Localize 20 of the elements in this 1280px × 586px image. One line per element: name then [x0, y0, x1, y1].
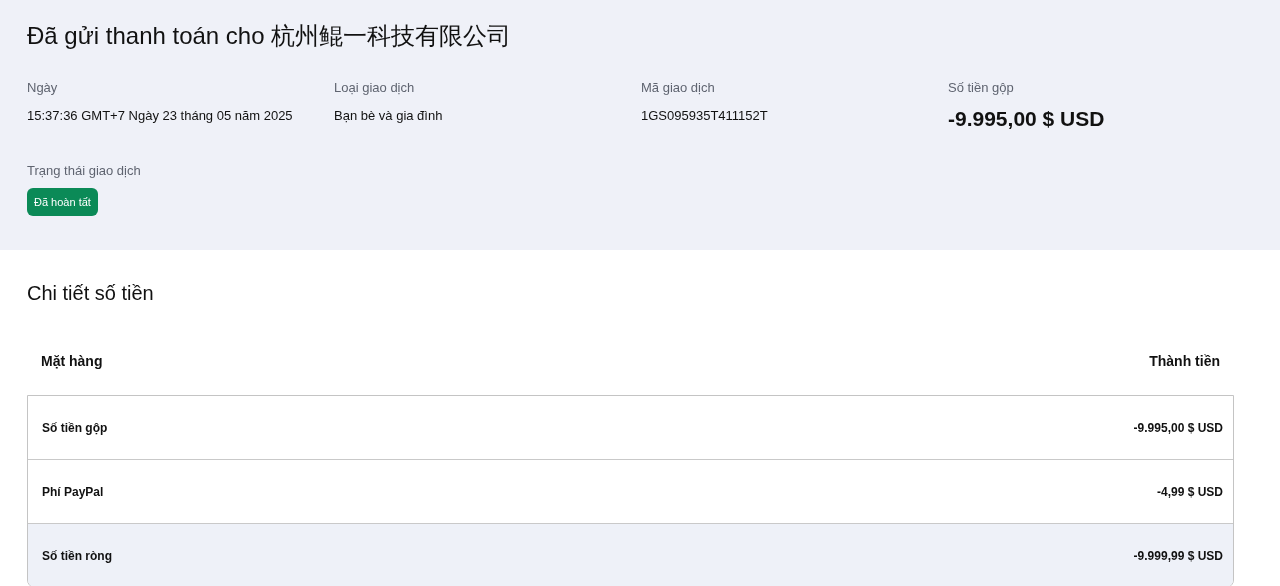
- item-cell: Phí PayPal: [42, 484, 104, 499]
- column-header: Thành tiền: [1149, 353, 1220, 370]
- amount-cell: -9.999,99 $ USD: [1133, 548, 1223, 563]
- field-label: Trạng thái giao dịch: [27, 163, 142, 179]
- field-label: Số tiền gộp: [948, 80, 1015, 96]
- field-label: Ngày: [27, 80, 59, 96]
- field-value: Bạn bè và gia đình: [334, 108, 444, 124]
- item-cell: Số tiền gộp: [42, 420, 108, 435]
- amount-cell: -4,99 $ USD: [1156, 484, 1223, 499]
- status-badge: Đã hoàn tất: [27, 188, 98, 216]
- field-label: Loại giao dịch: [334, 80, 416, 96]
- amount-cell: -9.995,00 $ USD: [1133, 420, 1223, 435]
- column-header: Mặt hàng: [41, 353, 103, 370]
- field-value: 1GS095935T411152T: [641, 108, 769, 124]
- page-title: Đã gửi thanh toán cho 杭州鲲一科技有限公司: [27, 21, 513, 51]
- section-title: Chi tiết số tiền: [27, 281, 155, 306]
- item-cell: Số tiền ròng: [42, 548, 112, 563]
- field-value: 15:37:36 GMT+7 Ngày 23 tháng 05 năm 2025: [27, 108, 294, 124]
- amount-value: -9.995,00 $ USD: [948, 107, 1106, 131]
- field-label: Mã giao dịch: [641, 80, 716, 96]
